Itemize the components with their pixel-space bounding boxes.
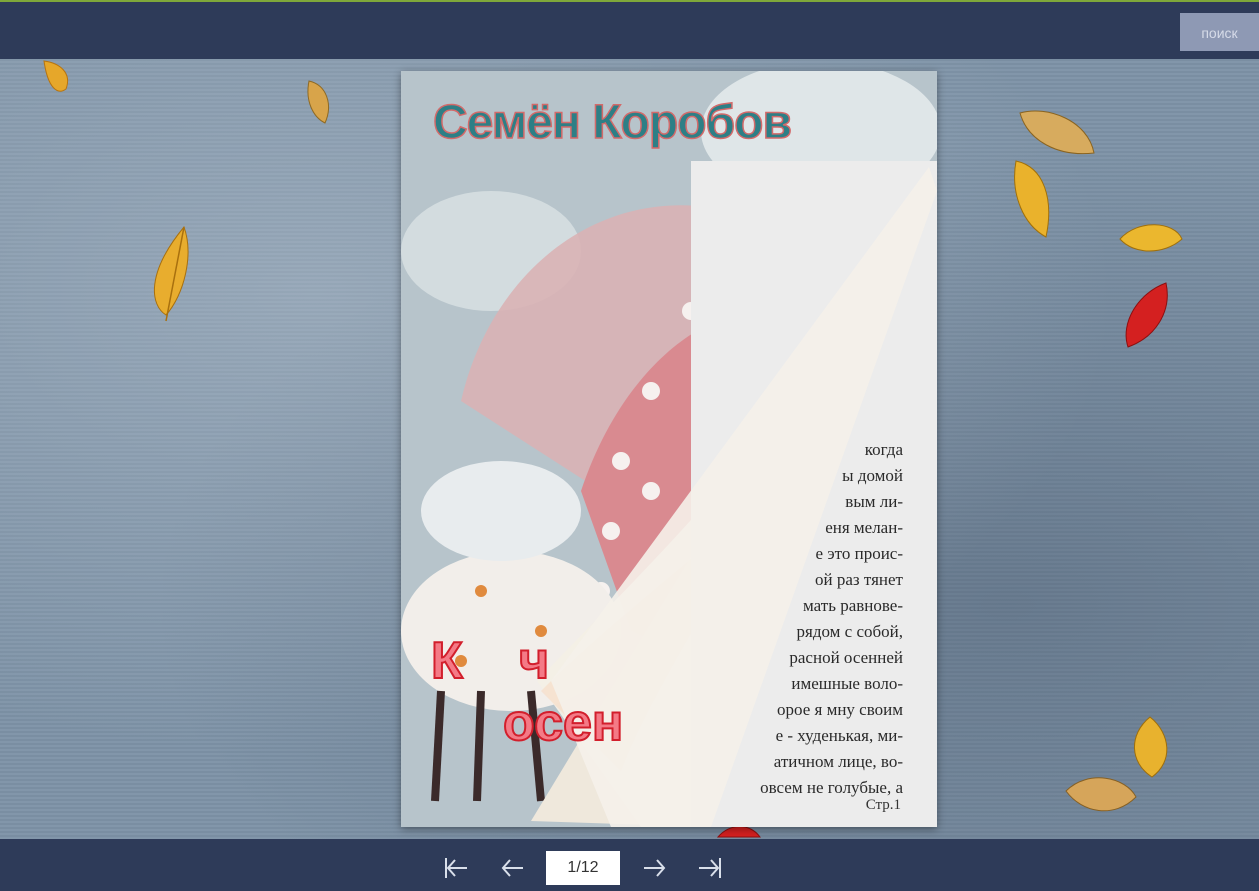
text-line: когда <box>864 440 903 459</box>
leaf-icon <box>43 60 68 92</box>
page-indicator[interactable]: 1/12 <box>546 851 620 885</box>
text-line: орое я мну своим <box>777 700 903 719</box>
leaf-icon <box>1134 716 1168 778</box>
text-line: вым ли- <box>845 492 903 511</box>
leaf-icon <box>1019 110 1095 155</box>
last-page-button[interactable] <box>696 855 724 881</box>
leaf-icon <box>1014 160 1050 238</box>
top-toolbar: поиск <box>0 0 1259 59</box>
text-line: ой раз тянет <box>815 570 903 589</box>
search-button[interactable]: поиск <box>1180 13 1259 51</box>
text-line: мать равнове- <box>803 596 903 615</box>
book-title-fragment: К <box>430 631 464 691</box>
prev-page-icon <box>501 859 523 877</box>
next-page-icon <box>644 859 666 877</box>
book-page[interactable]: Семён Коробов К ч осен когда ы домой вым… <box>401 71 937 827</box>
first-page-button[interactable] <box>442 855 470 881</box>
text-line: е это проис- <box>815 544 903 563</box>
book-title-fragment: осен <box>502 693 624 753</box>
last-page-icon <box>699 858 721 878</box>
leaf-icon <box>153 226 189 322</box>
bottom-navigation-bar <box>0 839 1259 891</box>
page-text: когда ы домой вым ли- еня мелан- е это п… <box>693 437 903 801</box>
text-line: е - худенькая, ми- <box>775 726 903 745</box>
first-page-icon <box>445 858 467 878</box>
text-line: атичном лице, во- <box>773 752 903 771</box>
text-line: рядом с собой, <box>796 622 904 641</box>
leaf-icon <box>1065 777 1137 812</box>
text-line: еня мелан- <box>825 518 903 537</box>
book-author: Семён Коробов <box>432 95 793 150</box>
text-line: имешные воло- <box>791 674 903 693</box>
leaf-icon <box>1125 282 1168 348</box>
leaf-icon <box>1119 224 1183 252</box>
book-title-fragment: ч <box>518 631 550 691</box>
text-line: ы домой <box>842 466 903 485</box>
leaf-icon <box>307 80 329 124</box>
page-number: Стр.1 <box>865 797 901 813</box>
prev-page-button[interactable] <box>499 855 527 881</box>
next-page-button[interactable] <box>640 855 668 881</box>
text-line: расной осенней <box>789 648 903 667</box>
